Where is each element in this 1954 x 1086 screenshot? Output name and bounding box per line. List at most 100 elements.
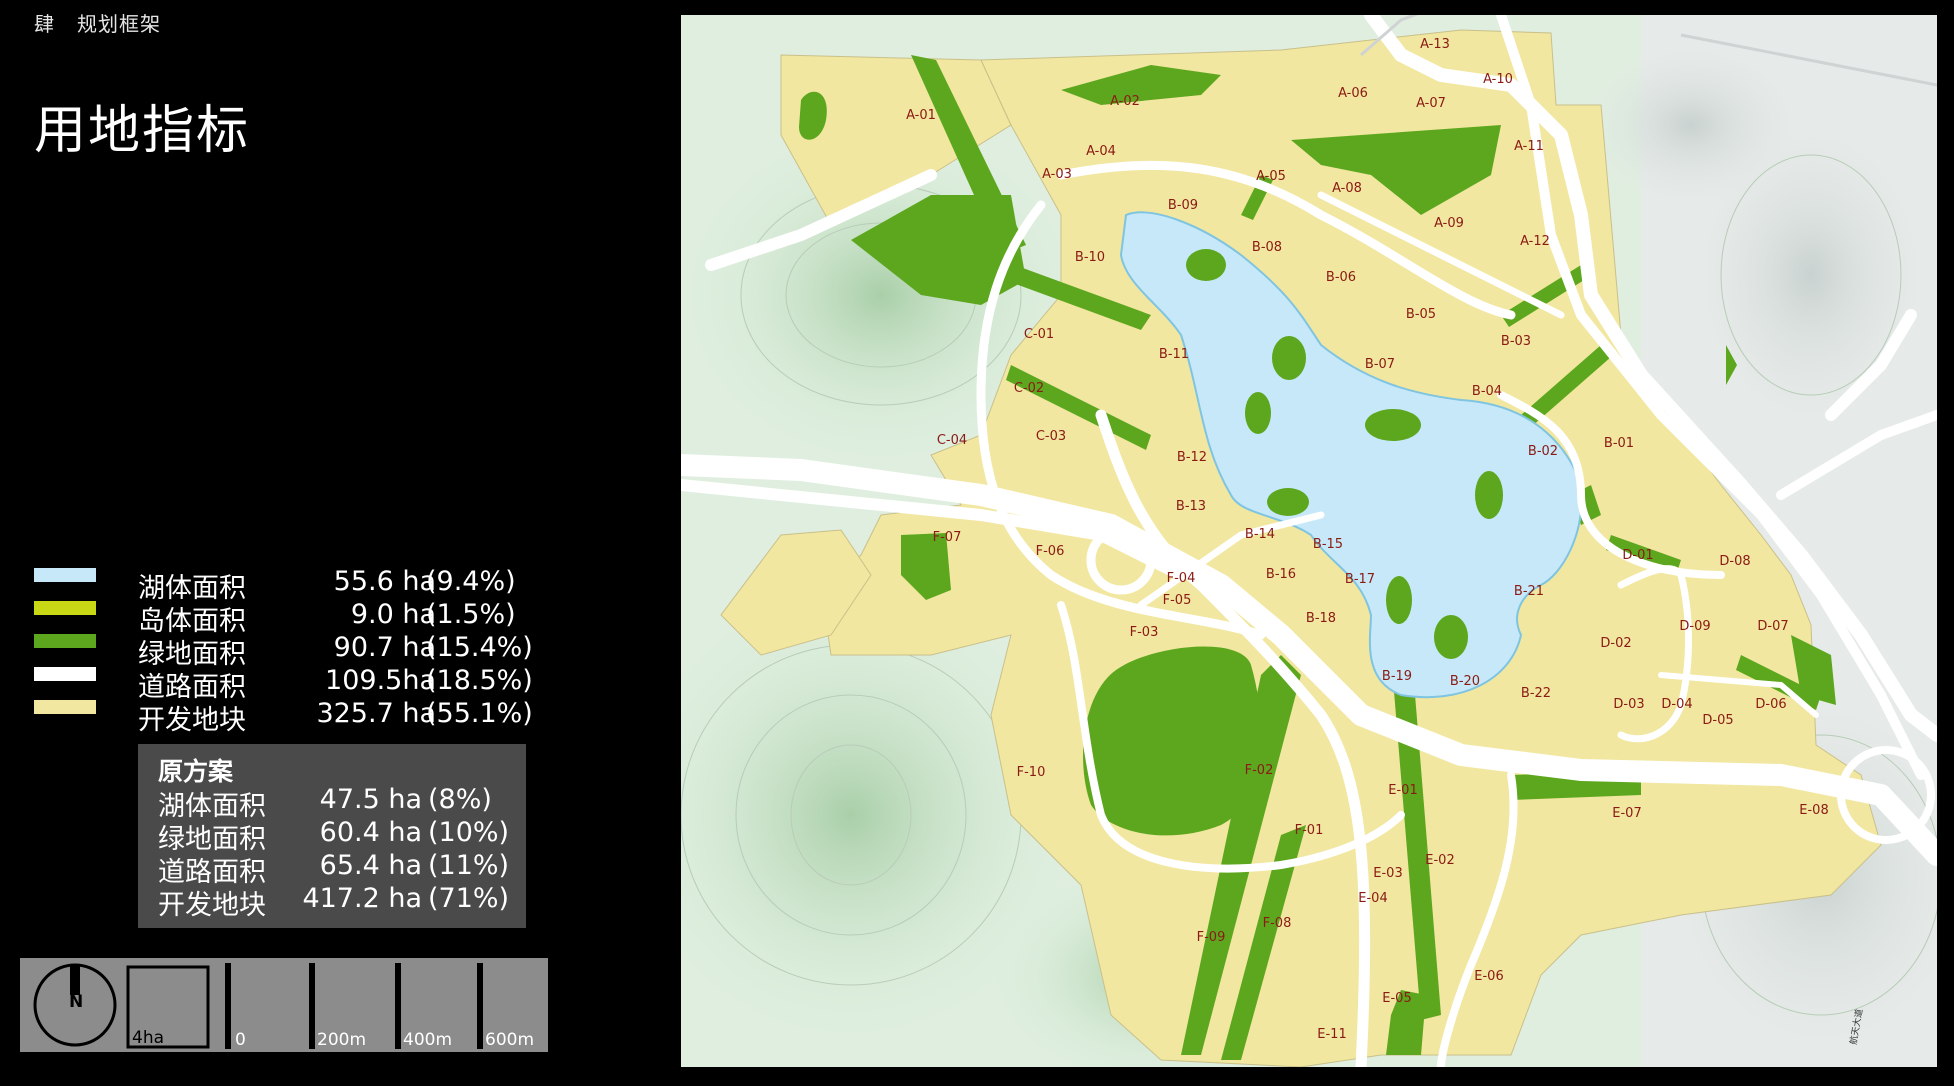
legend-row-green: 绿地面积 90.7 ha (15.4%): [34, 632, 534, 670]
parcel-label-d-09: D-09: [1679, 619, 1710, 634]
parcel-label-f-06: F-06: [1036, 544, 1065, 559]
scale-tick: [395, 963, 401, 1049]
parcel-label-c-04: C-04: [937, 433, 967, 448]
parcel-label-f-01: F-01: [1295, 823, 1324, 838]
parcel-label-b-11: B-11: [1159, 347, 1189, 362]
page-title: 用地指标: [34, 101, 251, 161]
section-number: 肆: [34, 12, 55, 36]
original-plan-row: 道路面积 65.4 ha (11%): [158, 850, 528, 888]
parcel-label-d-04: D-04: [1661, 697, 1692, 712]
parcel-label-b-16: B-16: [1266, 567, 1296, 582]
parcel-label-a-02: A-02: [1110, 94, 1140, 109]
map-canvas: 航天大道 A-01A-02A-03A-04A-05A-06A-07A-08A-0…: [681, 15, 1937, 1067]
parcel-label-c-02: C-02: [1014, 381, 1044, 396]
parcel-label-a-11: A-11: [1514, 139, 1544, 154]
parcel-label-f-09: F-09: [1197, 930, 1226, 945]
parcel-label-b-20: B-20: [1450, 674, 1480, 689]
parcel-label-b-04: B-04: [1472, 384, 1502, 399]
parcel-label-d-05: D-05: [1702, 713, 1733, 728]
legend-swatch: [34, 568, 96, 582]
scale-tick-label: 200m: [317, 1030, 367, 1050]
row-value: 47.5 ha: [319, 784, 422, 815]
scale-tick-label: 600m: [485, 1030, 535, 1050]
row-label: 开发地块: [158, 890, 266, 921]
parcel-label-e-03: E-03: [1373, 866, 1402, 881]
parcel-label-a-06: A-06: [1338, 86, 1368, 101]
area-ref-label: 4ha: [132, 1028, 165, 1048]
parcel-label-e-01: E-01: [1388, 783, 1417, 798]
parcel-label-b-15: B-15: [1313, 537, 1343, 552]
parcel-label-f-10: F-10: [1017, 765, 1046, 780]
original-plan-row: 湖体面积 47.5 ha (8%): [158, 784, 528, 822]
parcel-label-b-03: B-03: [1501, 334, 1531, 349]
row-value: 417.2 ha: [302, 883, 422, 914]
parcel-label-b-08: B-08: [1252, 240, 1282, 255]
parcel-label-f-05: F-05: [1163, 593, 1192, 608]
parcel-label-e-02: E-02: [1425, 853, 1454, 868]
parcel-label-b-17: B-17: [1345, 572, 1375, 587]
scale-tick: [225, 963, 231, 1049]
parcel-label-a-09: A-09: [1434, 216, 1464, 231]
north-pointer: [70, 965, 80, 995]
parcel-label-b-21: B-21: [1514, 584, 1544, 599]
north-label: N: [69, 992, 84, 1012]
legend-percent: (18.5%): [426, 665, 533, 696]
legend-swatch: [34, 634, 96, 648]
legend-swatch: [34, 700, 96, 714]
parcel-label-e-08: E-08: [1799, 803, 1828, 818]
legend-percent: (55.1%): [426, 698, 533, 729]
legend-label: 开发地块: [138, 705, 246, 736]
parcel-label-f-08: F-08: [1263, 916, 1292, 931]
original-plan-title: 原方案: [158, 757, 234, 786]
parcel-label-a-12: A-12: [1520, 234, 1550, 249]
parcel-label-e-11: E-11: [1317, 1027, 1346, 1042]
section-header: 肆规划框架: [34, 8, 161, 37]
parcel-label-a-04: A-04: [1086, 144, 1116, 159]
parcel-label-b-05: B-05: [1406, 307, 1436, 322]
row-value: 60.4 ha: [319, 817, 422, 848]
scale-tick: [477, 963, 483, 1049]
parcel-label-e-07: E-07: [1612, 806, 1641, 821]
parcel-label-e-04: E-04: [1358, 891, 1387, 906]
parcel-label-b-19: B-19: [1382, 669, 1412, 684]
parcel-label-e-05: E-05: [1382, 991, 1411, 1006]
parcel-label-a-03: A-03: [1042, 167, 1072, 182]
scale-bar-panel: N 4ha 0 200m 400m 600m: [20, 958, 548, 1052]
parcel-label-b-18: B-18: [1306, 611, 1336, 626]
parcel-label-f-04: F-04: [1167, 571, 1196, 586]
parcel-label-f-02: F-02: [1245, 763, 1274, 778]
legend-percent: (15.4%): [426, 632, 533, 663]
section-title: 规划框架: [77, 12, 161, 36]
parcel-label-a-01: A-01: [906, 108, 936, 123]
parcel-label-d-02: D-02: [1600, 636, 1631, 651]
parcel-label-c-03: C-03: [1036, 429, 1066, 444]
parcel-label-c-01: C-01: [1024, 327, 1054, 342]
original-plan-box: 原方案 湖体面积 47.5 ha (8%) 绿地面积 60.4 ha (10%)…: [138, 744, 526, 928]
parcel-label-b-22: B-22: [1521, 686, 1551, 701]
parcel-label-b-01: B-01: [1604, 436, 1634, 451]
row-value: 65.4 ha: [319, 850, 422, 881]
parcel-label-a-07: A-07: [1416, 96, 1446, 111]
parcel-label-d-03: D-03: [1613, 697, 1644, 712]
legend-swatch: [34, 667, 96, 681]
legend-value: 9.0 ha: [350, 599, 436, 630]
row-percent: (71%): [428, 883, 510, 914]
legend-row-development: 开发地块 325.7 ha (55.1%): [34, 698, 534, 736]
parcel-label-b-06: B-06: [1326, 270, 1356, 285]
legend-value: 325.7 ha: [316, 698, 436, 729]
parcel-label-a-08: A-08: [1332, 181, 1362, 196]
parcel-label-b-09: B-09: [1168, 198, 1198, 213]
legend-percent: (9.4%): [426, 566, 516, 597]
row-percent: (8%): [428, 784, 492, 815]
original-plan-row: 开发地块 417.2 ha (71%): [158, 883, 528, 921]
original-plan-row: 绿地面积 60.4 ha (10%): [158, 817, 528, 855]
parcel-label-d-07: D-07: [1757, 619, 1788, 634]
parcel-label-f-03: F-03: [1130, 625, 1159, 640]
parcel-label-a-13: A-13: [1420, 37, 1450, 52]
parcel-label-f-07: F-07: [933, 530, 962, 545]
parcel-label-b-14: B-14: [1245, 527, 1275, 542]
parcel-label-e-06: E-06: [1474, 969, 1503, 984]
parcel-label-a-05: A-05: [1256, 169, 1286, 184]
legend-row-lake: 湖体面积 55.6 ha (9.4%): [34, 566, 534, 604]
legend-row-road: 道路面积 109.5ha (18.5%): [34, 665, 534, 703]
